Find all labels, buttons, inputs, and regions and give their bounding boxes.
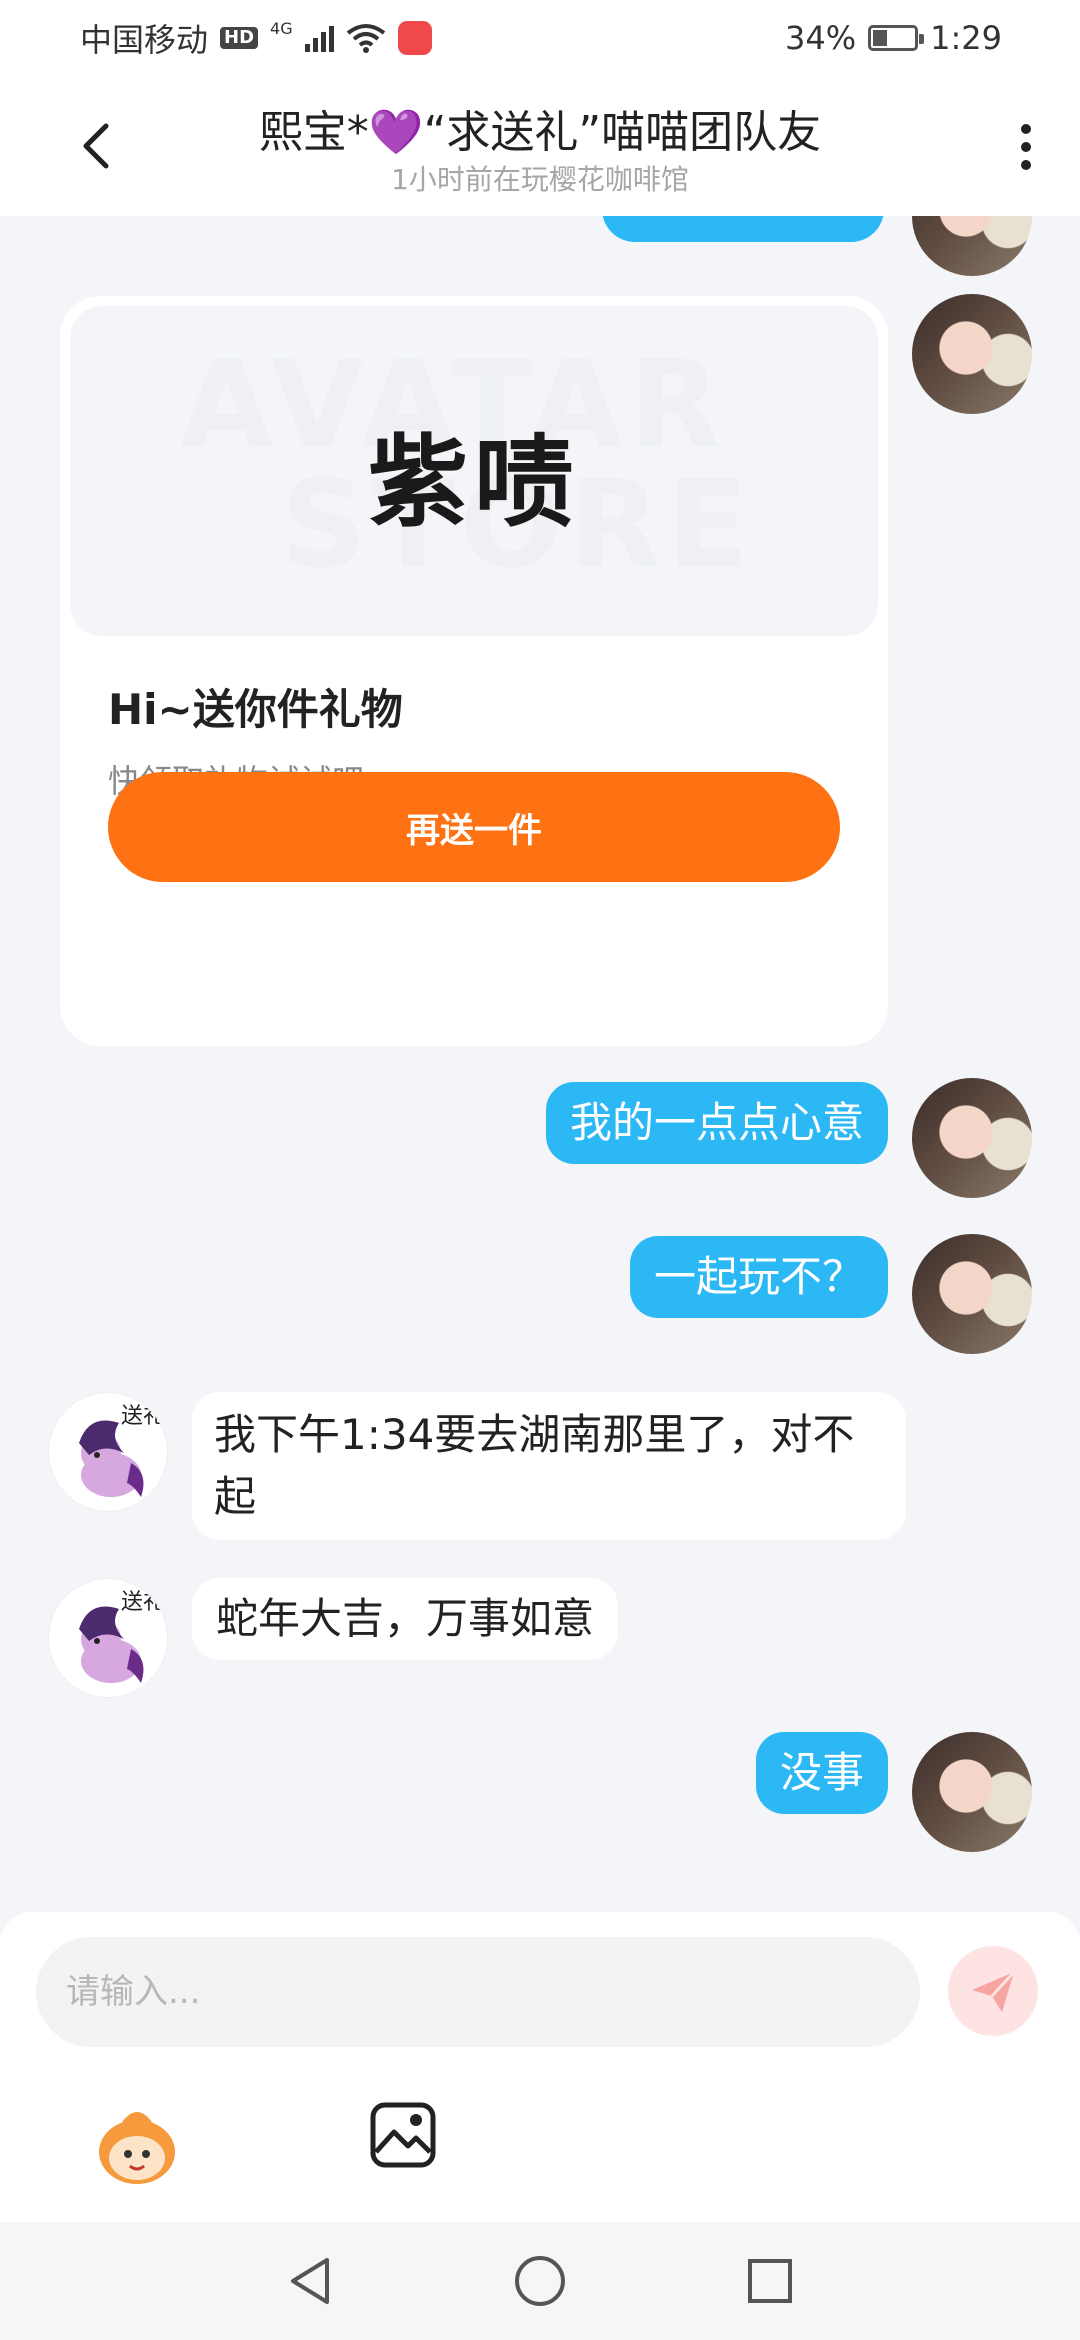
hd-badge: HD bbox=[220, 27, 259, 49]
message-bubble-friend[interactable]: 蛇年大吉，万事如意 bbox=[192, 1578, 619, 1660]
my-avatar[interactable] bbox=[912, 1732, 1032, 1852]
clock: 1:29 bbox=[930, 19, 1002, 57]
system-nav-bar bbox=[0, 2222, 1080, 2340]
emoji-sticker-button[interactable] bbox=[92, 2100, 182, 2190]
gift-item-text: 紫啧 bbox=[368, 423, 580, 541]
send-another-gift-button[interactable]: 再送一件 bbox=[108, 772, 840, 882]
chat-header: 熙宝*💜“求送礼”喵喵团队友 1小时前在玩樱花咖啡馆 bbox=[0, 76, 1080, 216]
send-button[interactable] bbox=[948, 1946, 1038, 2036]
message-bubble-friend[interactable]: 我下午1:34要去湖南那里了，对不起 bbox=[192, 1392, 906, 1540]
message-bubble-mine[interactable]: 没事 bbox=[755, 1732, 888, 1814]
message-input[interactable] bbox=[36, 1937, 920, 2047]
wifi-icon bbox=[346, 24, 385, 53]
message-bubble-mine[interactable]: 一起玩不？ bbox=[629, 1236, 888, 1318]
chat-messages[interactable]: AVATAR STORE 紫啧 Hi~送你件礼物 快领取礼物试试吧~ 再送一件 … bbox=[0, 216, 1080, 1916]
nav-back-icon[interactable] bbox=[280, 2251, 340, 2311]
status-right: 34% 1:29 bbox=[785, 19, 1002, 57]
my-avatar[interactable] bbox=[912, 216, 1032, 276]
message-bubble-partial bbox=[602, 216, 884, 242]
message-bubble-mine[interactable]: 我的一点点心意 bbox=[545, 1082, 888, 1164]
battery-percent: 34% bbox=[785, 19, 857, 57]
carrier-label: 中国移动 bbox=[80, 21, 209, 59]
gift-card: AVATAR STORE 紫啧 Hi~送你件礼物 快领取礼物试试吧~ 再送一件 bbox=[60, 296, 888, 1046]
status-bar: 中国移动 HD 4G 34% 1:29 bbox=[0, 0, 1080, 76]
gift-preview: AVATAR STORE 紫啧 bbox=[70, 306, 878, 636]
gift-title: Hi~送你件礼物 bbox=[108, 685, 403, 734]
my-avatar[interactable] bbox=[912, 1234, 1032, 1354]
my-avatar[interactable] bbox=[912, 294, 1032, 414]
nav-recent-icon[interactable] bbox=[740, 2251, 800, 2311]
chat-title: 熙宝*💜“求送礼”喵喵团队友 bbox=[258, 107, 822, 158]
image-picker-button[interactable] bbox=[368, 2100, 438, 2170]
nav-home-icon[interactable] bbox=[510, 2251, 570, 2311]
emoji-sticker-icon bbox=[99, 2112, 175, 2184]
send-icon bbox=[972, 1970, 1016, 2012]
friend-avatar[interactable]: 送礼 bbox=[48, 1392, 168, 1512]
chat-subtitle: 1小时前在玩樱花咖啡馆 bbox=[391, 163, 689, 196]
status-left: 中国移动 HD 4G bbox=[80, 15, 432, 61]
my-avatar[interactable] bbox=[912, 1078, 1032, 1198]
signal-icon bbox=[304, 24, 334, 52]
battery-icon bbox=[868, 25, 925, 51]
back-arrow-icon[interactable] bbox=[66, 116, 126, 176]
pony-avatar-icon: 送礼 bbox=[79, 1404, 165, 1497]
avatar-tag: 送礼 bbox=[121, 1590, 165, 1615]
friend-avatar[interactable]: 送礼 bbox=[48, 1578, 168, 1698]
more-vertical-icon[interactable] bbox=[996, 112, 1056, 182]
input-panel bbox=[0, 1912, 1080, 2222]
app-notification-icon bbox=[397, 21, 432, 55]
avatar-tag: 送礼 bbox=[121, 1404, 165, 1429]
network-type: 4G bbox=[270, 18, 293, 38]
image-icon bbox=[370, 2102, 436, 2168]
pony-avatar-icon: 送礼 bbox=[79, 1590, 165, 1683]
